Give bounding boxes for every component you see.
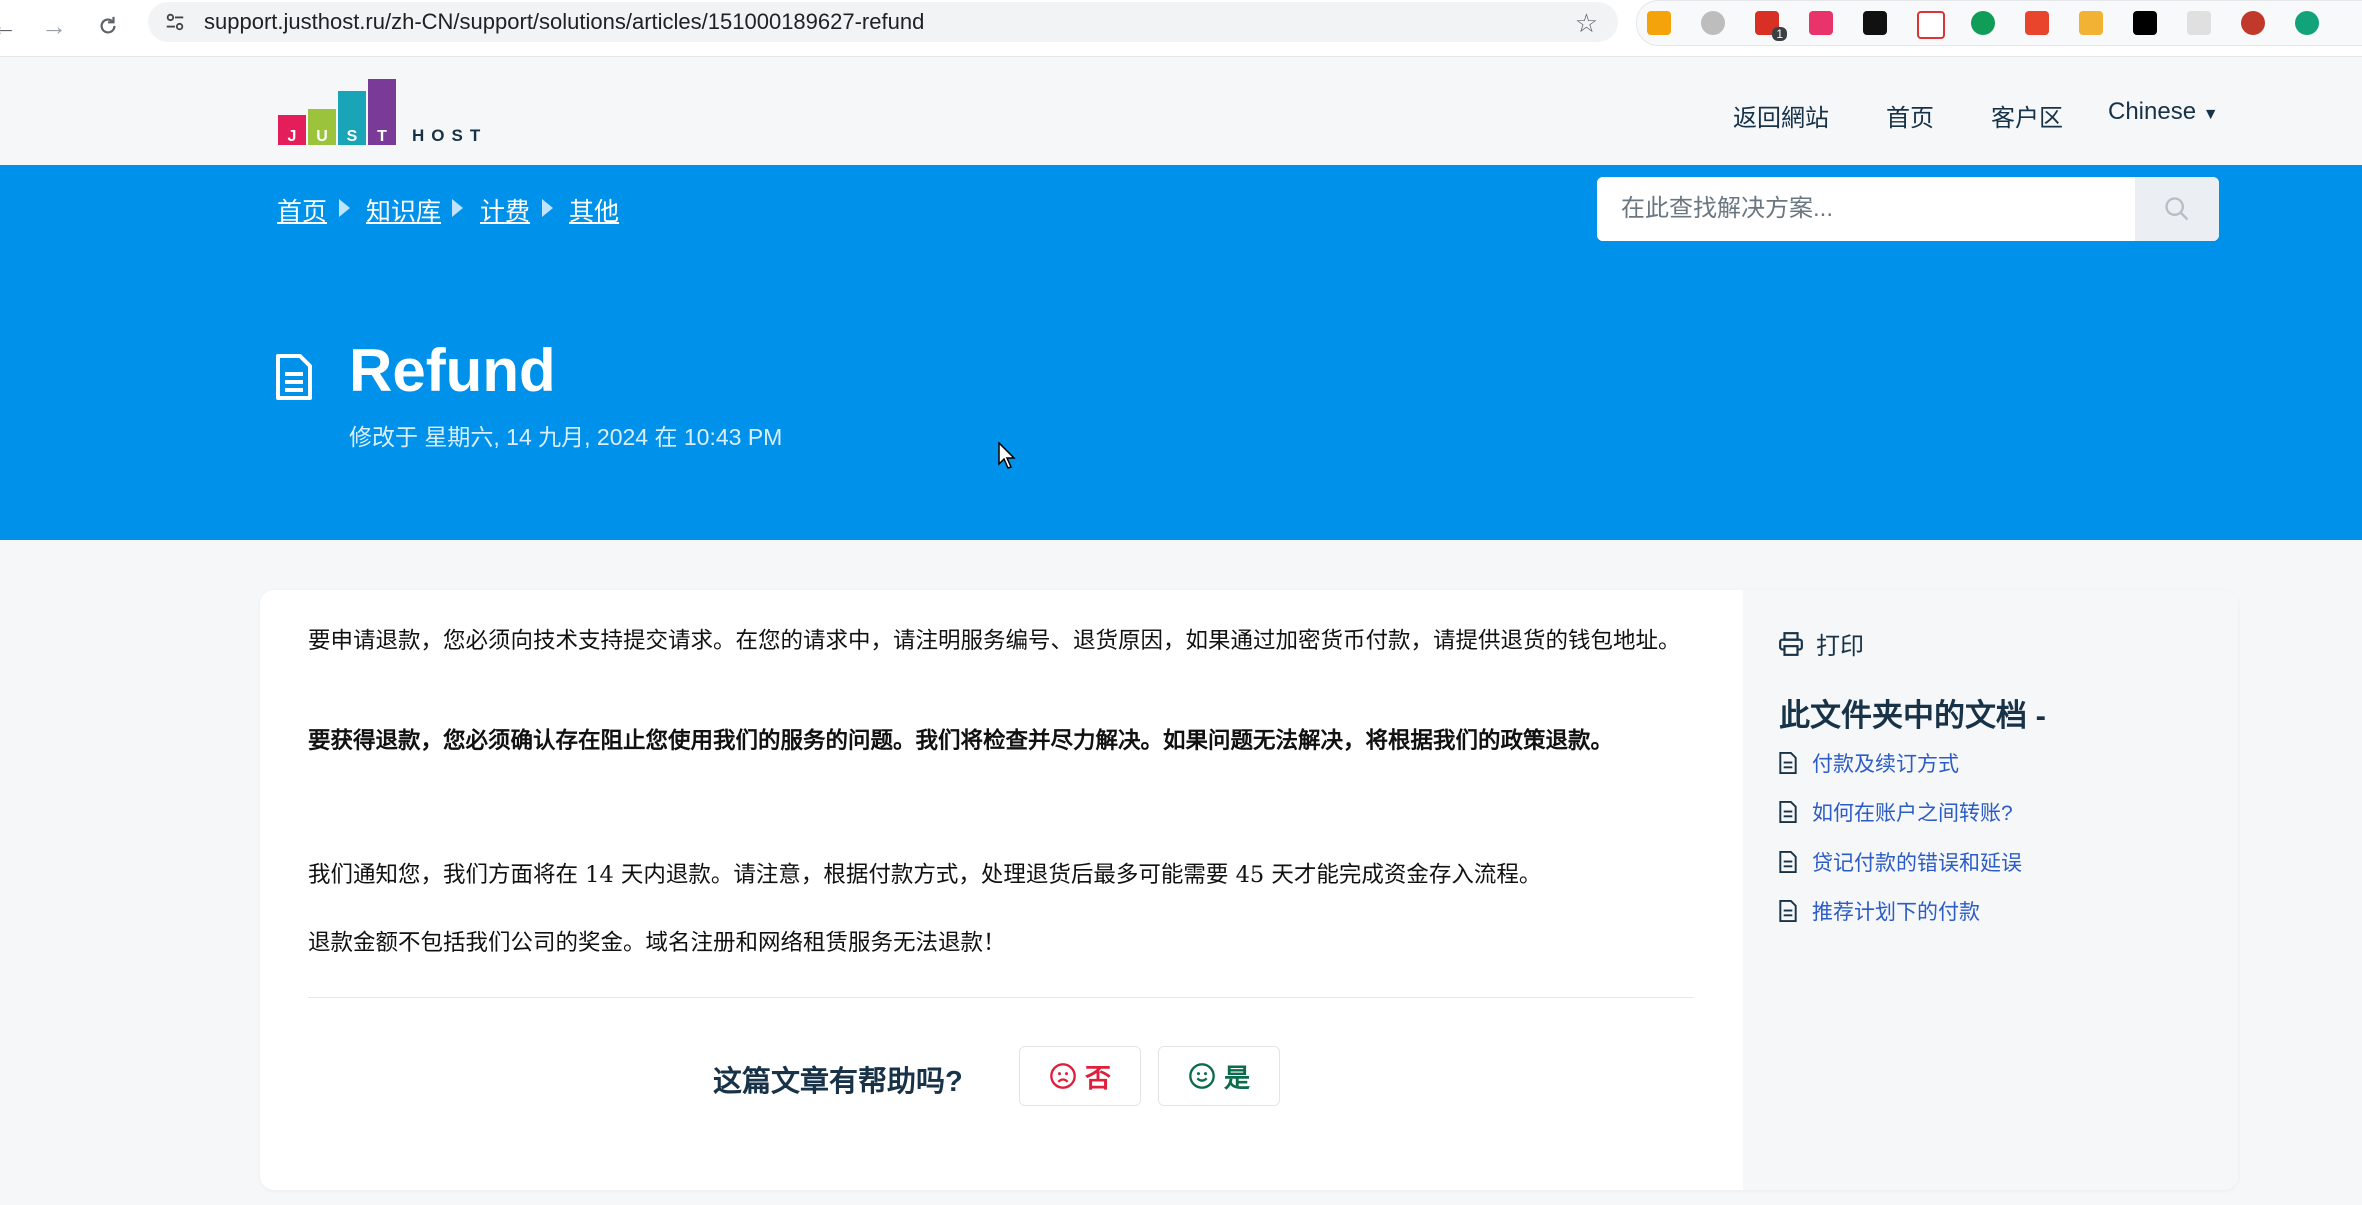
extension-icon[interactable] [2295, 11, 2319, 35]
cursor-icon [998, 442, 1016, 469]
print-button[interactable]: 打印 [1778, 626, 1864, 661]
folder-doc-title[interactable]: 贷记付款的错误和延误 [1812, 847, 2022, 877]
document-icon [1779, 850, 1797, 874]
vote-yes-button[interactable]: 是 [1158, 1046, 1280, 1106]
svg-text:HOST: HOST [412, 126, 487, 145]
folder-doc-link[interactable]: 如何在账户之间转账? [1778, 797, 2013, 827]
document-icon [1779, 899, 1797, 923]
reload-icon[interactable] [90, 8, 126, 44]
folder-doc-title[interactable]: 付款及续订方式 [1812, 748, 1959, 778]
print-label: 打印 [1816, 633, 1864, 660]
extension-icon[interactable] [2079, 11, 2103, 35]
smile-face-icon [1189, 1063, 1215, 1089]
folder-docs-title: 此文件夹中的文档 - [1779, 698, 2046, 733]
site-info-icon[interactable] [164, 11, 186, 33]
folder-doc-title[interactable]: 如何在账户之间转账? [1812, 797, 2013, 827]
extension-icon[interactable] [1809, 11, 1833, 35]
folder-doc-link[interactable]: 贷记付款的错误和延误 [1778, 847, 2022, 877]
breadcrumb-separator-icon [339, 199, 350, 217]
document-icon [1779, 751, 1797, 775]
folder-doc-title[interactable]: 推荐计划下的付款 [1812, 896, 1980, 926]
extension-icon[interactable]: 1 [1755, 11, 1787, 41]
nav-back-to-site[interactable]: 返回網站 [1733, 98, 1829, 133]
svg-text:U: U [316, 128, 328, 145]
search-form [1597, 177, 2219, 241]
address-bar[interactable]: support.justhost.ru/zh-CN/support/soluti… [148, 2, 1618, 42]
search-button[interactable] [2135, 177, 2219, 241]
extensions-area: 1 [1636, 0, 2362, 46]
extension-icon[interactable] [1647, 11, 1671, 35]
helpful-question: 这篇文章有帮助吗? [713, 1066, 963, 1098]
divider [308, 997, 1694, 998]
breadcrumb-billing[interactable]: 计费 [480, 192, 530, 228]
vote-no-button[interactable]: 否 [1019, 1046, 1141, 1106]
svg-text:T: T [377, 128, 387, 145]
extension-icon[interactable] [1917, 11, 1945, 39]
sad-face-icon [1050, 1063, 1076, 1089]
caret-down-icon: ▼ [2202, 106, 2219, 123]
sidebar [1743, 590, 2238, 1190]
nav-home[interactable]: 首页 [1886, 98, 1934, 133]
extension-icon[interactable] [2241, 11, 2265, 35]
extension-icon[interactable] [2025, 11, 2049, 35]
document-icon [276, 354, 312, 400]
vote-no-label: 否 [1084, 1062, 1111, 1093]
bookmark-star-icon[interactable]: ☆ [1575, 8, 1598, 39]
extension-icon[interactable] [2133, 11, 2157, 35]
extension-icon[interactable] [1701, 11, 1725, 35]
breadcrumb-knowledge-base[interactable]: 知识库 [366, 192, 441, 228]
search-input[interactable] [1597, 177, 2137, 241]
extension-icon[interactable] [1971, 11, 1995, 35]
svg-text:J: J [288, 128, 297, 145]
article-paragraph: 要申请退款，您必须向技术支持提交请求。在您的请求中，请注明服务编号、退货原因，如… [308, 628, 1681, 654]
print-icon [1779, 631, 1803, 656]
extension-icon[interactable] [1863, 11, 1887, 35]
document-icon [1779, 800, 1797, 824]
back-icon[interactable]: ← [0, 8, 22, 44]
article-paragraph: 退款金额不包括我们公司的奖金。域名注册和网络租赁服务无法退款！ [308, 930, 1006, 956]
breadcrumb-separator-icon [452, 199, 463, 217]
folder-doc-link[interactable]: 付款及续订方式 [1778, 748, 1959, 778]
justhost-logo[interactable]: J U S T HOST [276, 77, 506, 147]
breadcrumb-separator-icon [542, 199, 553, 217]
breadcrumb-other[interactable]: 其他 [569, 192, 619, 228]
breadcrumb-home[interactable]: 首页 [277, 192, 327, 228]
language-dropdown[interactable]: Chinese ▼ [2108, 98, 2219, 126]
modified-date: 修改于 星期六, 14 九月, 2024 在 10:43 PM [349, 424, 783, 450]
svg-text:S: S [347, 128, 358, 145]
folder-doc-link[interactable]: 推荐计划下的付款 [1778, 896, 1980, 926]
article-paragraph-bold: 要获得退款，您必须确认存在阻止您使用我们的服务的问题。我们将检查并尽力解决。如果… [308, 728, 1614, 754]
article-paragraph: 我们通知您，我们方面将在 14 天内退款。请注意，根据付款方式，处理退货后最多可… [308, 862, 1542, 888]
extension-icon[interactable] [2187, 11, 2211, 35]
browser-toolbar: ← → support.justhost.ru/zh-CN/support/so… [0, 0, 2362, 57]
forward-icon[interactable]: → [36, 8, 72, 44]
vote-yes-label: 是 [1223, 1062, 1250, 1093]
nav-client-area[interactable]: 客户区 [1991, 98, 2063, 133]
search-icon [2165, 197, 2189, 221]
article-title: Refund [349, 337, 556, 404]
language-label: Chinese [2108, 98, 2197, 125]
url-text[interactable]: support.justhost.ru/zh-CN/support/soluti… [204, 9, 924, 35]
extension-badge: 1 [1772, 27, 1787, 41]
